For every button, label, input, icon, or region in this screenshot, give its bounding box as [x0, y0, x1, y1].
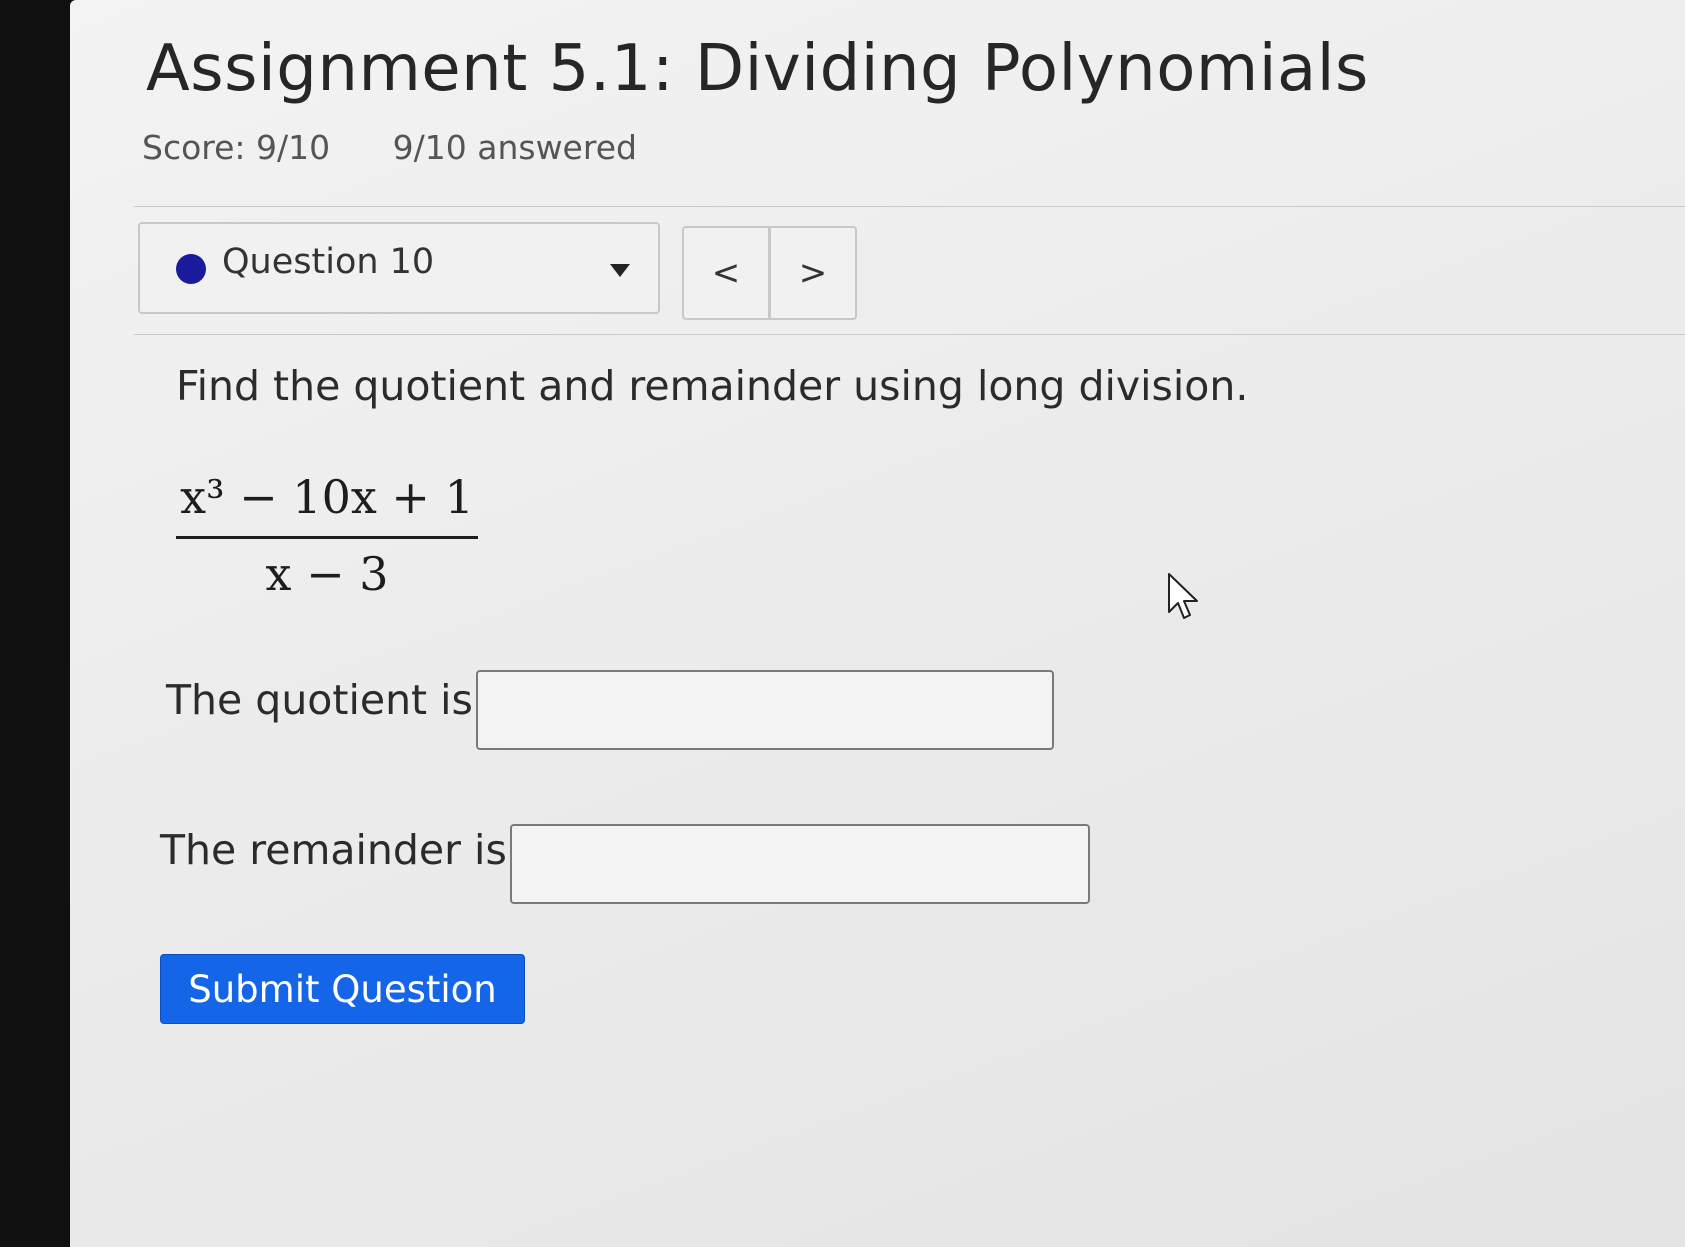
score-text: Score: 9/10 — [142, 128, 331, 167]
previous-question-button[interactable]: < — [682, 226, 770, 320]
fraction-denominator: x − 3 — [265, 547, 389, 601]
answered-text: 9/10 answered — [392, 128, 637, 167]
divider — [134, 334, 1685, 335]
question-prompt: Find the quotient and remainder using lo… — [176, 362, 1249, 410]
remainder-label: The remainder is — [160, 826, 507, 874]
question-select-label: Question 10 — [222, 242, 435, 282]
fraction-numerator: x³ − 10x + 1 — [180, 470, 474, 524]
polynomial-fraction: x³ − 10x + 1 x − 3 — [176, 470, 478, 601]
chevron-left-icon: < — [711, 253, 741, 293]
mouse-pointer-icon — [1168, 573, 1198, 619]
caret-down-icon — [610, 264, 630, 277]
submit-question-button[interactable]: Submit Question — [160, 954, 525, 1024]
score-summary: Score: 9/10 9/10 answered — [142, 128, 637, 167]
question-select[interactable]: Question 10 — [138, 222, 660, 314]
question-status-dot — [176, 254, 206, 284]
divider — [134, 206, 1685, 207]
quotient-input[interactable] — [476, 670, 1054, 750]
quotient-label: The quotient is — [166, 676, 473, 724]
chevron-right-icon: > — [798, 253, 828, 293]
assignment-title: Assignment 5.1: Dividing Polynomials — [146, 32, 1369, 106]
remainder-input[interactable] — [510, 824, 1090, 904]
next-question-button[interactable]: > — [769, 226, 857, 320]
browser-content: Assignment 5.1: Dividing Polynomials Sco… — [70, 0, 1685, 1247]
